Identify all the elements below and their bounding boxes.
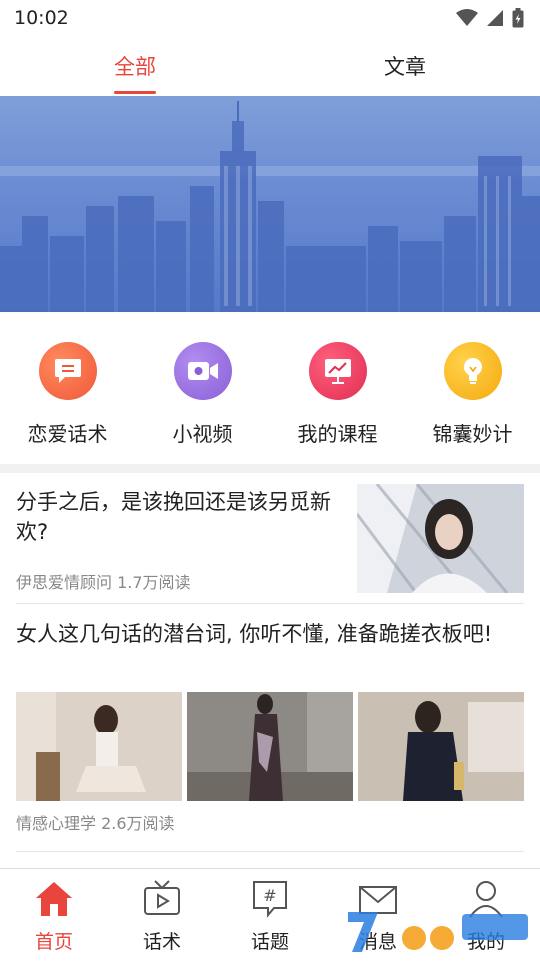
video-camera-icon bbox=[173, 342, 232, 400]
article-meta: 伊思爱情顾问 1.7万阅读 bbox=[16, 573, 191, 592]
nav-label: 话题 bbox=[250, 931, 289, 953]
quick-actions: 恋爱话术 小视频 我的课程 锦囊妙计 bbox=[0, 312, 540, 464]
quick-action-dating-scripts[interactable]: 恋爱话术 bbox=[0, 312, 135, 464]
quick-action-tips[interactable]: 锦囊妙计 bbox=[405, 312, 540, 464]
quick-action-my-courses[interactable]: 我的课程 bbox=[270, 312, 405, 464]
tab-all[interactable]: 全部 bbox=[0, 36, 270, 96]
nav-label: 话术 bbox=[142, 931, 181, 953]
article-thumbnail bbox=[187, 692, 353, 801]
article-title: 分手之后，是该挽回还是该另觅新欢? bbox=[16, 490, 331, 544]
wifi-icon bbox=[456, 9, 478, 26]
battery-icon bbox=[512, 8, 524, 28]
home-icon bbox=[36, 882, 72, 916]
status-bar: 10:02 bbox=[0, 0, 540, 36]
quick-action-label: 锦囊妙计 bbox=[432, 422, 513, 446]
nav-home[interactable]: 首页 bbox=[0, 869, 108, 961]
svg-text:#: # bbox=[263, 886, 276, 905]
article-meta: 情感心理学 2.6万阅读 bbox=[16, 814, 175, 833]
nav-scripts[interactable]: 话术 bbox=[108, 869, 216, 961]
nav-topics[interactable]: # 话题 bbox=[216, 869, 324, 961]
banner-city-skyline[interactable] bbox=[0, 96, 540, 312]
article-title: 女人这几句话的潜台词, 你听不懂, 准备跪搓衣板吧! bbox=[16, 622, 493, 646]
article-thumbnail bbox=[358, 692, 524, 801]
article-card[interactable]: 女人这几句话的潜台词, 你听不懂, 准备跪搓衣板吧! 情感心理学 2.6万阅读 bbox=[16, 603, 524, 852]
signal-icon bbox=[487, 10, 503, 26]
quick-action-short-video[interactable]: 小视频 bbox=[135, 312, 270, 464]
quick-action-label: 我的课程 bbox=[297, 422, 378, 446]
article-thumbnail bbox=[16, 692, 182, 801]
quick-action-label: 小视频 bbox=[172, 422, 233, 446]
status-time: 10:02 bbox=[14, 7, 69, 29]
lightbulb-icon bbox=[443, 342, 502, 400]
watermark-logo bbox=[348, 912, 528, 952]
nav-label: 首页 bbox=[34, 931, 73, 953]
article-image-row bbox=[16, 692, 524, 801]
tab-label: 全部 bbox=[114, 55, 156, 79]
chat-bubble-icon bbox=[38, 342, 97, 400]
section-divider bbox=[0, 464, 540, 473]
presentation-icon bbox=[308, 342, 367, 400]
tab-articles[interactable]: 文章 bbox=[270, 36, 540, 96]
tab-label: 文章 bbox=[384, 55, 426, 79]
top-tabs: 全部 文章 bbox=[0, 36, 540, 96]
article-card[interactable]: 分手之后，是该挽回还是该另觅新欢? 伊思爱情顾问 1.7万阅读 bbox=[16, 473, 524, 604]
hashtag-bubble-icon: # bbox=[253, 881, 287, 918]
article-thumbnail bbox=[357, 484, 524, 593]
tv-icon bbox=[144, 880, 180, 915]
skyline-illustration bbox=[0, 101, 540, 312]
quick-action-label: 恋爱话术 bbox=[27, 422, 108, 446]
status-icons bbox=[456, 8, 524, 28]
